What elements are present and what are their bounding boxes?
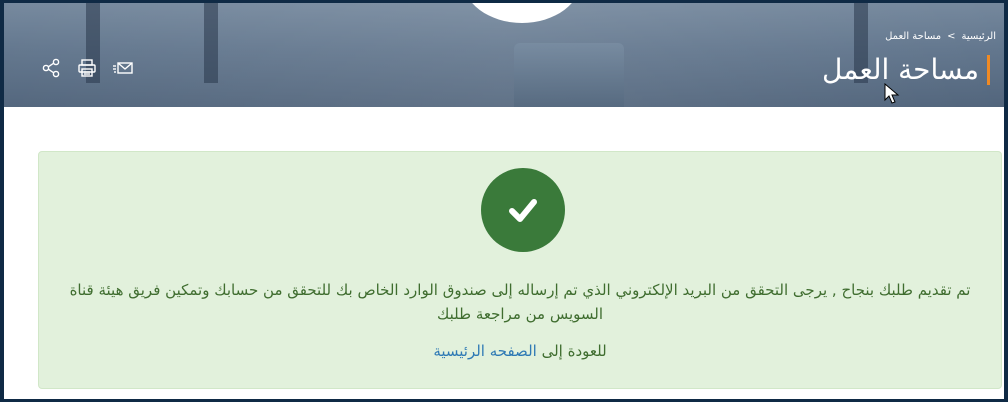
page-title-text: مساحة العمل bbox=[822, 53, 979, 86]
breadcrumb-current: مساحة العمل bbox=[885, 31, 942, 42]
back-line: للعودة إلى الصفحه الرئيسية bbox=[39, 342, 1001, 360]
email-icon[interactable] bbox=[112, 57, 134, 79]
page-title: مساحة العمل bbox=[822, 53, 990, 86]
page-frame: الرئيسية > مساحة العمل مساحة العمل تم تق… bbox=[4, 3, 1004, 399]
share-icon[interactable] bbox=[40, 57, 62, 79]
print-icon[interactable] bbox=[76, 57, 98, 79]
banner-ship-image bbox=[514, 43, 624, 107]
breadcrumb: الرئيسية > مساحة العمل bbox=[885, 31, 996, 42]
title-accent-bar bbox=[987, 54, 990, 85]
breadcrumb-separator: > bbox=[947, 31, 956, 42]
checkmark-icon bbox=[481, 168, 565, 252]
banner-pillar bbox=[204, 3, 218, 83]
mouse-cursor-icon bbox=[884, 83, 900, 104]
home-page-link[interactable]: الصفحه الرئيسية bbox=[433, 342, 537, 360]
page-tools bbox=[40, 57, 134, 79]
success-message: تم تقديم طلبك بنجاح , يرجى التحقق من الب… bbox=[69, 281, 971, 323]
header-banner: الرئيسية > مساحة العمل مساحة العمل bbox=[4, 3, 1004, 107]
breadcrumb-home[interactable]: الرئيسية bbox=[962, 31, 996, 42]
back-prefix: للعودة إلى bbox=[541, 342, 607, 360]
success-alert: تم تقديم طلبك بنجاح , يرجى التحقق من الب… bbox=[38, 151, 1002, 389]
